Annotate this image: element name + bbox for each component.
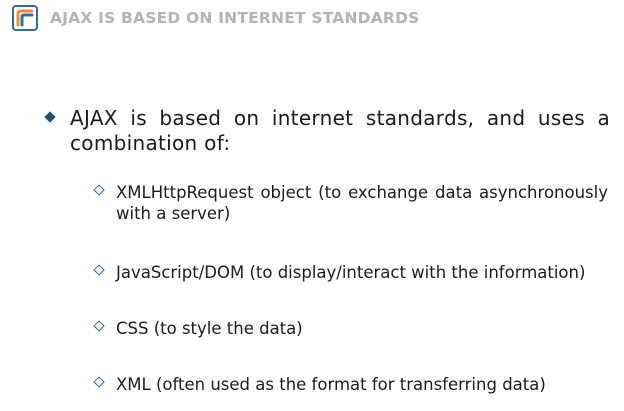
slide-logo-icon [12,5,38,31]
sub-bullet-item: XMLHttpRequest object (to exchange data … [93,182,608,224]
sub-bullet-text: XMLHttpRequest object (to exchange data … [116,183,608,223]
main-bullet: AJAX is based on internet standards, and… [44,106,610,156]
diamond-bullet-icon [44,111,56,123]
sub-bullet-text: XML (often used as the format for transf… [116,375,546,394]
sub-bullet-item: JavaScript/DOM (to display/interact with… [93,262,608,283]
hollow-diamond-bullet-icon [93,184,105,196]
slide-header: AJAX IS BASED ON INTERNET STANDARDS [12,4,420,32]
slide: AJAX IS BASED ON INTERNET STANDARDS AJAX… [0,0,624,411]
hollow-diamond-bullet-icon [93,264,105,276]
sub-bullet-text: CSS (to style the data) [116,319,303,338]
sub-bullet-item: CSS (to style the data) [93,318,608,339]
main-bullet-text: AJAX is based on internet standards, and… [70,106,610,155]
slide-title: AJAX IS BASED ON INTERNET STANDARDS [50,9,420,27]
sub-bullet-text: JavaScript/DOM (to display/interact with… [116,263,586,282]
hollow-diamond-bullet-icon [93,376,105,388]
hollow-diamond-bullet-icon [93,320,105,332]
sub-bullet-item: XML (often used as the format for transf… [93,374,608,395]
